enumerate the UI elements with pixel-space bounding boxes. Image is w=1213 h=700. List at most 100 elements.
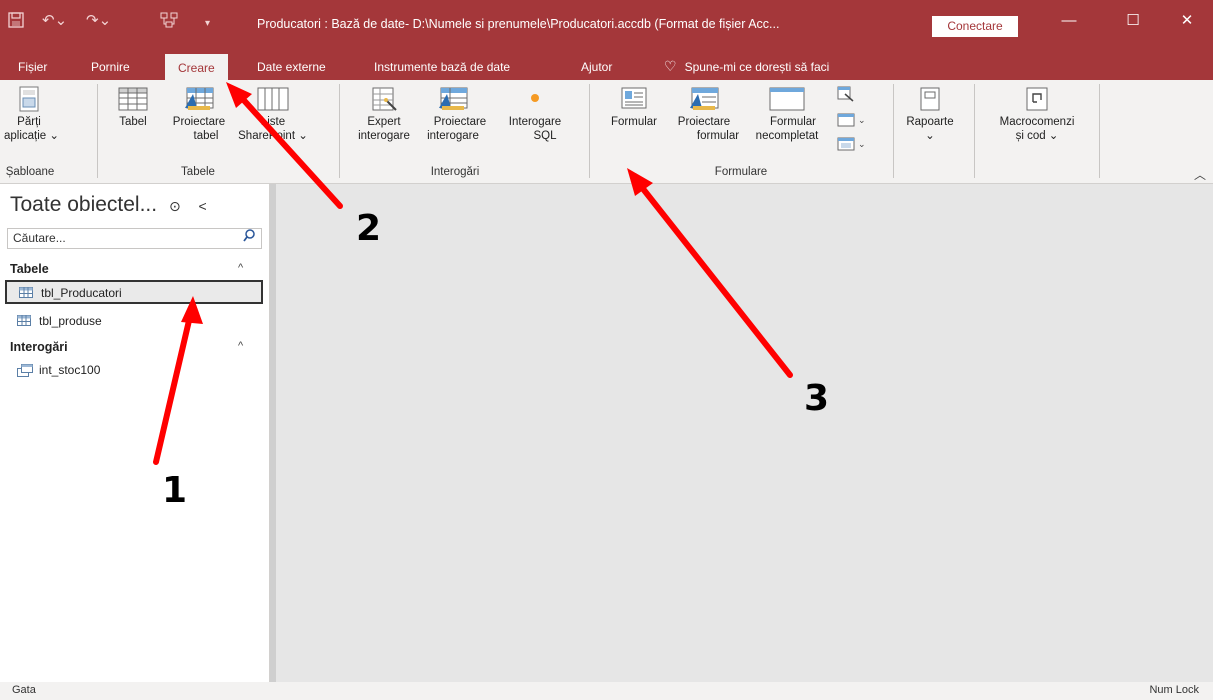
form-label: Formular — [610, 116, 657, 128]
title-bar: ↶⌄ ↷⌄ ▾ Producatori : Bază de date- D:\N… — [0, 0, 1213, 52]
blank-form-label-1: Formular — [769, 116, 816, 128]
query-design-button[interactable]: Proiectare interogare — [418, 86, 488, 143]
macro-icon — [1026, 87, 1048, 111]
table-design-button[interactable]: Proiectare tabel — [164, 86, 234, 143]
sql-query-label-1: Interogare — [508, 116, 562, 128]
navigation-icon[interactable]: ⌄ — [837, 112, 866, 131]
svg-text:⌄: ⌄ — [858, 140, 865, 150]
restore-icon[interactable]: ☐ — [1118, 9, 1148, 33]
macros-button[interactable]: Macrocomenzi și cod ⌄ — [983, 86, 1091, 143]
reports-label: Rapoarte — [906, 116, 954, 128]
tell-me-box[interactable]: ♡ Spune-mi ce dorești să faci — [664, 52, 829, 80]
collapse-ribbon-icon[interactable]: ︿ — [1194, 166, 1206, 183]
svg-text:⌄: ⌄ — [858, 116, 865, 126]
query-design-label-2: interogare — [427, 130, 479, 142]
save-icon[interactable] — [8, 12, 24, 33]
status-num-lock: Num Lock — [1149, 684, 1199, 696]
application-parts-button[interactable]: Părți aplicație ⌄ — [4, 86, 60, 143]
ribbon-tabs: Fișier Pornire Creare Date externe Instr… — [0, 52, 1213, 80]
section-header-tables[interactable]: Tabele — [10, 262, 49, 276]
query-icon — [17, 364, 33, 377]
workspace-area — [276, 184, 1213, 682]
query-wizard-button[interactable]: Expert interogare — [352, 86, 416, 143]
sign-in-button[interactable]: Conectare — [932, 16, 1018, 37]
ribbon-separator — [893, 84, 894, 178]
redo-icon[interactable]: ↷⌄ — [86, 12, 111, 30]
collapse-pane-icon[interactable]: < — [199, 198, 207, 214]
ribbon-separator — [589, 84, 590, 178]
nav-item-tbl-produse[interactable]: tbl_produse — [5, 310, 263, 334]
tab-help[interactable]: Ajutor — [581, 52, 612, 80]
table-design-icon — [185, 87, 214, 110]
tab-database-tools[interactable]: Instrumente bază de date — [374, 52, 510, 80]
relationships-icon[interactable] — [160, 12, 178, 33]
application-parts-icon — [19, 86, 39, 112]
group-label-forms: Formulare — [714, 166, 768, 178]
table-label: Tabel — [119, 116, 147, 128]
blank-form-icon — [769, 87, 805, 111]
sql-query-label-2: SQL — [533, 130, 557, 142]
sharepoint-list-icon — [257, 87, 289, 111]
query-wizard-icon — [372, 87, 397, 111]
more-forms-icon[interactable]: ⌄ — [837, 136, 866, 155]
tab-external-data[interactable]: Date externe — [257, 52, 326, 80]
query-wizard-label-2: interogare — [358, 130, 410, 142]
application-parts-label-1: Părți — [17, 116, 41, 128]
nav-pane-title-text: Toate obiectel... — [10, 193, 158, 216]
group-label-tables: Tabele — [181, 166, 215, 178]
table-design-label-2: tabel — [193, 130, 219, 142]
application-parts-label-2: aplicație ⌄ — [4, 130, 60, 142]
collapse-section-icon[interactable]: ^ — [238, 262, 243, 274]
sharepoint-lists-button[interactable]: Liste SharePoint ⌄ — [236, 86, 310, 143]
table-icon — [17, 315, 31, 326]
table-icon — [19, 287, 33, 298]
minimize-icon[interactable]: — — [1054, 9, 1084, 33]
close-icon[interactable]: ✕ — [1172, 9, 1202, 33]
table-button[interactable]: Tabel — [113, 86, 153, 129]
blank-form-button[interactable]: Formular necompletat — [745, 86, 829, 143]
nav-item-label: int_stoc100 — [39, 363, 101, 377]
collapse-section-icon[interactable]: ^ — [238, 340, 243, 352]
search-icon[interactable] — [243, 229, 255, 248]
ribbon: Părți aplicație ⌄ Șabloane Tabel Proiect… — [0, 80, 1213, 184]
annotation-label-3: 3 — [804, 378, 830, 419]
form-design-label-2: formular — [696, 130, 740, 142]
blank-form-label-2: necompletat — [755, 130, 819, 142]
search-input[interactable]: Căutare... — [7, 228, 262, 249]
reports-button[interactable]: Rapoarte ⌄ — [898, 86, 962, 143]
nav-item-int-stoc100[interactable]: int_stoc100 — [5, 359, 263, 383]
nav-options-icon[interactable]: ⊙ — [169, 198, 181, 214]
sql-query-button[interactable]: Interogare SQL — [505, 86, 565, 143]
form-button[interactable]: Formular — [599, 86, 669, 129]
table-icon — [118, 87, 148, 111]
form-design-button[interactable]: Proiectare formular — [668, 86, 740, 143]
tab-create[interactable]: Creare — [165, 54, 228, 80]
annotation-label-2: 2 — [356, 208, 382, 249]
undo-icon[interactable]: ↶⌄ — [42, 12, 67, 30]
form-wizard-icon[interactable] — [837, 86, 855, 105]
query-design-icon — [439, 87, 468, 110]
nav-pane-title[interactable]: Toate obiectel... ⊙ < — [10, 193, 207, 217]
tab-home[interactable]: Pornire — [91, 52, 130, 80]
nav-item-label: tbl_Producatori — [41, 286, 122, 300]
query-design-label-1: Proiectare — [433, 116, 487, 128]
search-placeholder: Căutare... — [13, 231, 66, 245]
macros-label-1: Macrocomenzi — [999, 116, 1075, 128]
navigation-pane: Toate obiectel... ⊙ < Căutare... Tabele … — [0, 184, 270, 682]
nav-item-tbl-producatori[interactable]: tbl_Producatori — [5, 280, 263, 304]
group-label-queries: Interogări — [430, 166, 480, 178]
query-wizard-label-1: Expert — [367, 116, 401, 128]
window-title: Producatori : Bază de date- D:\Numele si… — [257, 17, 780, 31]
status-ready: Gata — [12, 684, 36, 696]
sharepoint-lists-label-2: SharePoint ⌄ — [238, 130, 308, 142]
ribbon-separator — [339, 84, 340, 178]
reports-caret: ⌄ — [925, 130, 935, 142]
tab-file[interactable]: Fișier — [18, 52, 47, 80]
annotation-label-1: 1 — [162, 470, 188, 511]
section-header-queries[interactable]: Interogări — [10, 340, 68, 354]
ribbon-separator — [974, 84, 975, 178]
customize-quick-access-icon[interactable]: ▾ — [205, 15, 210, 33]
form-design-icon — [690, 87, 719, 110]
nav-item-label: tbl_produse — [39, 314, 102, 328]
sql-icon — [531, 94, 539, 102]
